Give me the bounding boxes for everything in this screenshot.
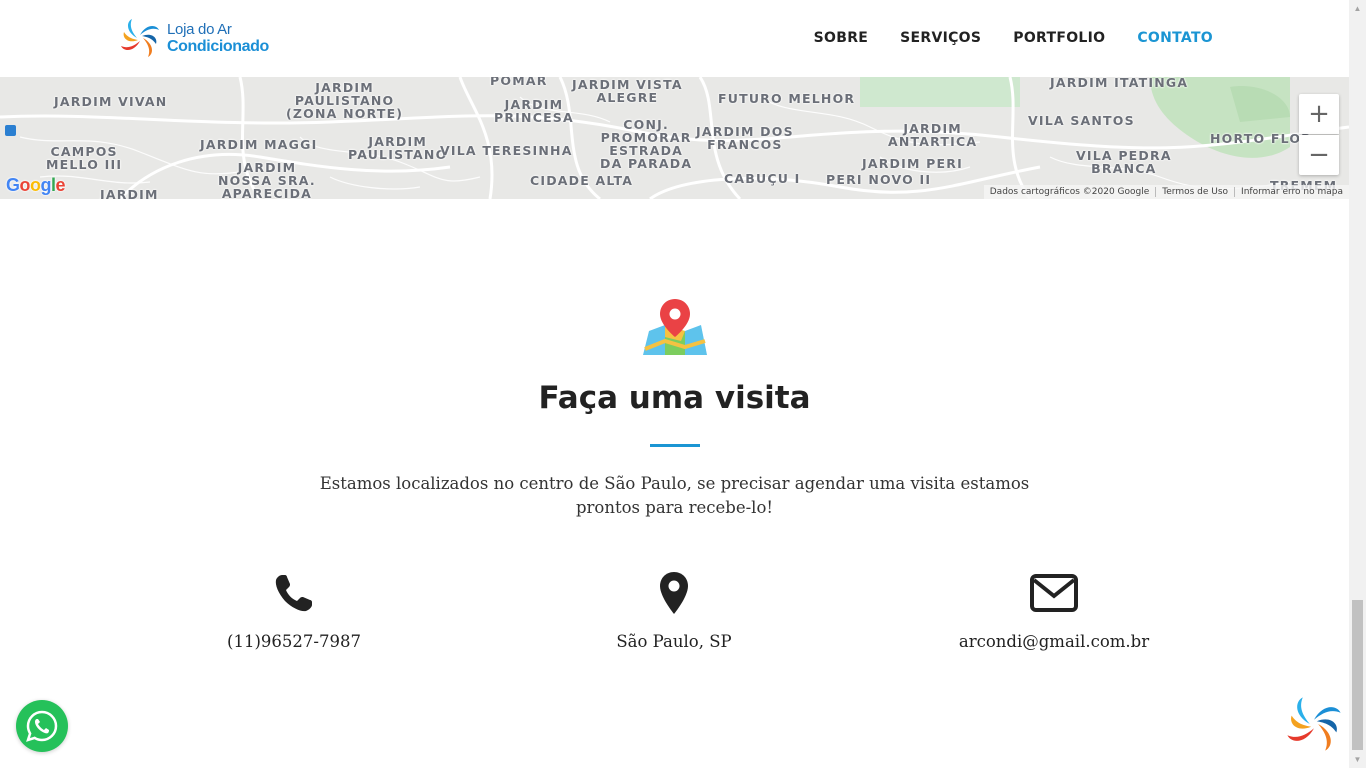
map-label: CONJ. PROMORAR ESTRADA DA PARADA — [600, 117, 693, 171]
map-label: VILA SANTOS — [1028, 113, 1135, 128]
map-footer: Dados cartográficos ©2020 Google Termos … — [983, 185, 1349, 199]
map-label: HORTO FLOR — [1210, 131, 1312, 146]
brand-logo[interactable]: Loja do Ar Condicionado — [120, 18, 269, 58]
contact-phone-text[interactable]: (11)96527-7987 — [144, 632, 444, 651]
map-label: JARDIM PAULISTANO (ZONA NORTE) — [286, 80, 404, 121]
whatsapp-button[interactable] — [16, 700, 68, 752]
map-label: JARDIM — [100, 187, 159, 199]
map-label: JARDIM PRINCESA — [494, 97, 574, 125]
map-zoom-in-button[interactable]: + — [1299, 94, 1339, 134]
map-label: CIDADE ALTA — [530, 173, 634, 188]
scroll-thumb[interactable] — [1352, 600, 1363, 750]
map-label: JARDIM PAULISTANO — [348, 134, 448, 162]
map-label: JARDIM ITATINGA — [1050, 77, 1189, 90]
map-data-credit: Dados cartográficos ©2020 Google — [984, 187, 1157, 197]
map-label: CABUÇU I — [724, 171, 801, 186]
whatsapp-icon — [26, 710, 58, 742]
map-report-link[interactable]: Informar erro no mapa — [1235, 187, 1349, 197]
nav-item-sobre[interactable]: SOBRE — [814, 30, 869, 46]
scroll-up-arrow-icon[interactable]: ▲ — [1349, 0, 1366, 17]
contact-email: arcondi@gmail.com.br — [904, 568, 1204, 651]
map-label: JARDIM PERI — [862, 156, 963, 171]
map-label: JARDIM VISTA ALEGRE — [572, 77, 683, 105]
nav-item-contato[interactable]: CONTATO — [1137, 30, 1213, 46]
nav-item-portfolio[interactable]: PORTFOLIO — [1013, 30, 1105, 46]
map-label: FUTURO MELHOR — [718, 91, 856, 106]
map-zoom-out-button[interactable]: − — [1299, 135, 1339, 175]
brand-line2: Condicionado — [167, 38, 269, 55]
google-logo[interactable]: Google — [6, 175, 66, 196]
envelope-icon — [1030, 574, 1078, 612]
site-header: Loja do Ar Condicionado SOBRE SERVIÇOS P… — [0, 0, 1349, 77]
nav-item-servicos[interactable]: SERVIÇOS — [900, 30, 981, 46]
map-pin-icon — [660, 572, 688, 614]
title-divider — [650, 444, 700, 447]
map-label: JARDIM MAGGI — [200, 137, 318, 152]
map-label: VILA TERESINHA — [440, 143, 573, 158]
map-label: CAMPOS MELLO III — [46, 144, 123, 172]
map-label: PERI NOVO II — [826, 172, 932, 187]
main-nav: SOBRE SERVIÇOS PORTFOLIO CONTATO — [814, 30, 1213, 46]
brand-text: Loja do Ar Condicionado — [167, 21, 269, 55]
google-map[interactable]: JARDIM VIVAN JARDIM PAULISTANO (ZONA NOR… — [0, 77, 1349, 199]
transit-station-icon — [5, 125, 16, 136]
brand-swirl-icon — [121, 19, 159, 57]
map-label: VILA PEDRA BRANCA — [1076, 148, 1172, 176]
map-label: JARDIM NOSSA SRA. APARECIDA — [218, 160, 316, 199]
contact-phone: (11)96527-7987 — [144, 568, 444, 651]
contact-location-text: São Paulo, SP — [616, 632, 732, 651]
brand-float-button[interactable] — [1286, 696, 1342, 752]
map-icon — [643, 299, 707, 355]
phone-icon — [275, 575, 312, 612]
scroll-down-arrow-icon[interactable]: ▼ — [1349, 751, 1366, 768]
contact-location: São Paulo, SP — [524, 568, 824, 651]
map-label: JARDIM ANTARTICA — [888, 121, 978, 149]
visit-description: Estamos localizados no centro de São Pau… — [319, 474, 1030, 517]
page-title: Faça uma visita — [538, 380, 811, 416]
map-label: JARDIM DOS FRANCOS — [696, 124, 794, 152]
map-terms-link[interactable]: Termos de Uso — [1156, 187, 1236, 197]
page-scrollbar[interactable]: ▲ ▼ — [1349, 0, 1366, 768]
brand-line1: Loja do Ar — [167, 21, 232, 38]
map-label: JARDIM VIVAN — [54, 94, 168, 109]
map-label: POMAR — [490, 77, 548, 88]
contact-email-text[interactable]: arcondi@gmail.com.br — [904, 632, 1204, 651]
